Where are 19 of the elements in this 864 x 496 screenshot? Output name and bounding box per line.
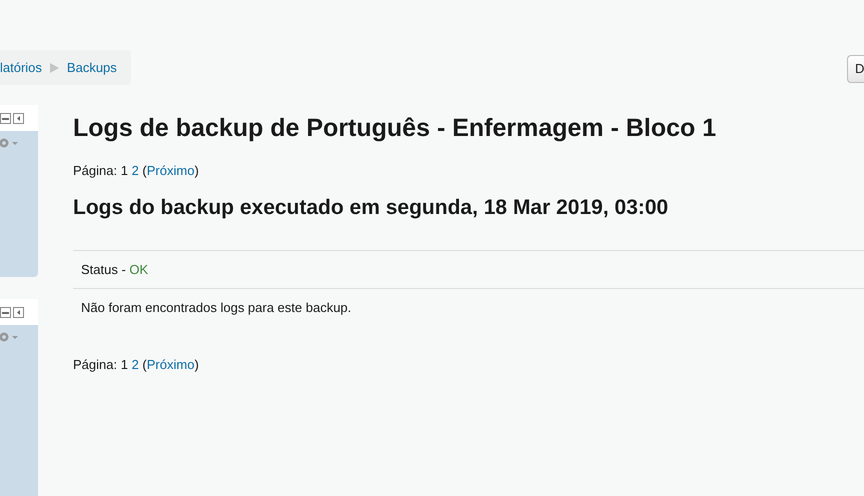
next-link[interactable]: Próximo [146, 163, 194, 178]
log-message: Não foram encontrados logs para este backup. [81, 300, 352, 316]
paging-text: Página: 1 2 (Próximo) [73, 356, 199, 374]
separator-icon [50, 62, 59, 72]
current-page: 1 [120, 356, 128, 372]
page-link[interactable]: 2 [132, 163, 139, 178]
current-page: 1 [120, 163, 128, 178]
breadcrumb-link[interactable]: latórios [0, 58, 42, 78]
paging-text: Página: 1 2 (Próximo) [73, 162, 199, 180]
block-controls-icon[interactable] [0, 306, 25, 318]
status-value: OK [129, 262, 148, 277]
block-controls-icon[interactable] [0, 112, 25, 124]
breadcrumb-link[interactable]: Backups [66, 58, 117, 78]
status-label: Status - [81, 262, 127, 277]
page-title: Logs de backup de Português - Enfermagem - Bloco 1 [73, 113, 718, 143]
next-link[interactable]: Próximo [146, 356, 194, 372]
section-heading: Logs do backup executado em segunda, 18 Mar 2019, 03:00 [73, 194, 670, 220]
page-link[interactable]: 2 [132, 356, 139, 372]
header-button[interactable]: D [847, 55, 864, 83]
